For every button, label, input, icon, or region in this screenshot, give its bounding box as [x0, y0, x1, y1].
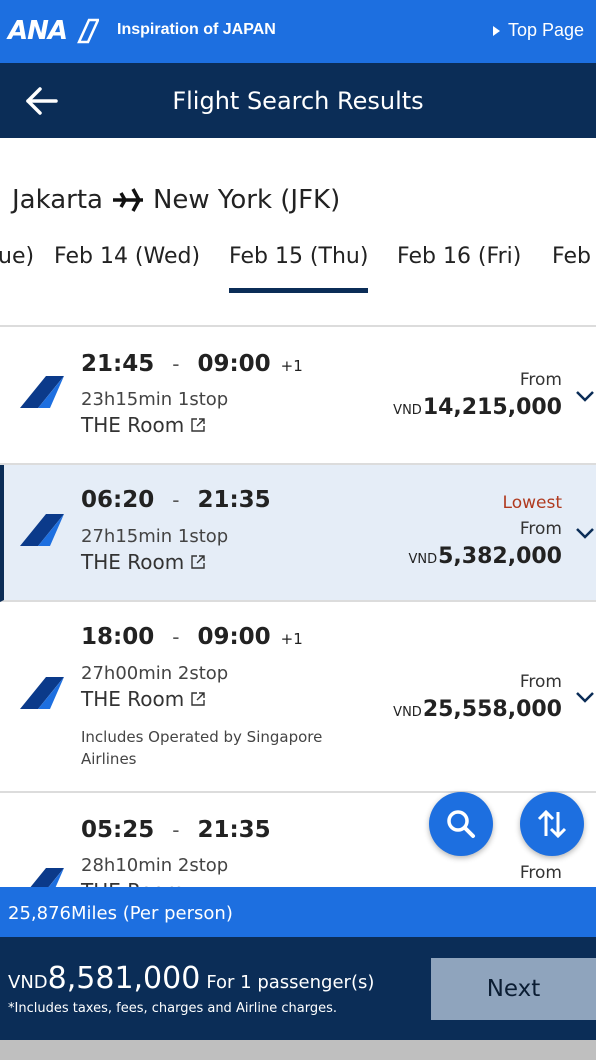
top-page-link[interactable]: Top Page [492, 20, 584, 41]
tax-note: *Includes taxes, fees, charges and Airli… [8, 1001, 338, 1016]
room-label: THE Room [81, 687, 185, 711]
arrive-time: 21:35 [197, 487, 271, 513]
room-label: THE Room [81, 879, 184, 887]
flight-duration: 28h10min 2stop [81, 855, 229, 876]
flight-row[interactable]: 18:00 - 09:00 +1 27h00min 2stop THE Room… [0, 602, 596, 793]
time-separator: - [172, 818, 180, 842]
external-link-icon [191, 692, 205, 706]
the-room-link[interactable]: THE Room [81, 879, 184, 887]
price-amount: 25,558,000 [422, 697, 562, 722]
arrive-time: 09:00 [197, 351, 271, 377]
page-header: Flight Search Results [0, 63, 596, 138]
flight-times: 06:20 - 21:35 [81, 487, 281, 513]
top-page-label: Top Page [507, 20, 584, 40]
search-fab-button[interactable] [429, 792, 493, 856]
room-label: THE Room [81, 413, 185, 437]
brand-bar: ANA Inspiration of JAPAN Top Page [0, 0, 596, 63]
day-offset: +1 [280, 357, 303, 375]
ana-airline-logo-icon [20, 677, 64, 709]
airplane-icon [112, 188, 143, 212]
chevron-down-icon[interactable] [574, 690, 596, 704]
arrive-time: 09:00 [197, 624, 271, 650]
search-icon [447, 810, 475, 838]
price-currency: VND [393, 403, 422, 418]
triangle-right-icon [492, 25, 500, 36]
flight-times: 21:45 - 09:00 +1 [81, 351, 303, 377]
flight-duration: 27h00min 2stop [81, 663, 229, 684]
tab-date-feb15[interactable]: Feb 15 (Thu) [229, 244, 369, 293]
day-offset: +1 [280, 630, 303, 648]
date-tabs: ue) Feb 14 (Wed) Feb 15 (Thu) Feb 16 (Fr… [0, 240, 596, 296]
route-origin: Jakarta [12, 185, 103, 215]
depart-time: 21:45 [81, 351, 155, 377]
miles-text: 25,876Miles (Per person) [8, 903, 233, 924]
total-currency: VND [8, 972, 48, 993]
flight-row-selected[interactable]: 06:20 - 21:35 27h15min 1stop THE Room Lo… [0, 465, 596, 602]
sort-fab-button[interactable] [520, 792, 584, 856]
flight-row[interactable]: 21:45 - 09:00 +1 23h15min 1stop THE Room… [0, 327, 596, 465]
price-amount: 5,382,000 [438, 544, 562, 569]
route-destination: New York (JFK) [152, 185, 341, 215]
flight-times: 18:00 - 09:00 +1 [81, 624, 303, 650]
ana-logo[interactable]: ANA [8, 14, 100, 48]
chevron-down-icon[interactable] [574, 526, 596, 540]
bottom-edge [0, 1040, 596, 1060]
depart-time: 18:00 [81, 624, 155, 650]
depart-time: 06:20 [81, 487, 155, 513]
flight-duration: 23h15min 1stop [81, 389, 229, 410]
total-footer: VND 8,581,000 For 1 passenger(s) *Includ… [0, 937, 596, 1040]
operated-by-note: Includes Operated by Singapore Airlines [81, 728, 323, 768]
the-room-link[interactable]: THE Room [81, 413, 206, 437]
time-separator: - [172, 625, 180, 649]
from-label: From [519, 672, 562, 692]
ana-logo-mark [69, 18, 100, 44]
depart-time: 05:25 [81, 817, 155, 843]
tab-date-prev-partial[interactable]: ue) [0, 244, 34, 269]
chevron-down-icon[interactable] [574, 389, 596, 403]
price-currency: VND [393, 705, 422, 720]
price-currency: VND [408, 552, 438, 567]
total-price: VND 8,581,000 For 1 passenger(s) [8, 961, 374, 996]
lowest-badge: Lowest [502, 493, 562, 513]
ana-airline-logo-icon [20, 514, 64, 546]
the-room-link[interactable]: THE Room [81, 687, 206, 711]
arrive-time: 21:35 [197, 817, 271, 843]
flight-times: 05:25 - 21:35 [81, 817, 271, 843]
room-label: THE Room [81, 550, 185, 574]
from-label: From [519, 863, 562, 883]
flight-row[interactable]: 05:25 - 21:35 28h10min 2stop THE Room Fr… [0, 793, 596, 887]
tab-date-next-partial[interactable]: Feb [552, 244, 591, 269]
passenger-count: For 1 passenger(s) [206, 972, 375, 993]
route-summary: Jakarta New York (JFK) [12, 185, 340, 215]
brand-tagline: Inspiration of JAPAN [117, 21, 276, 38]
ana-airline-logo-icon [30, 868, 64, 887]
flight-price: VND 25,558,000 [393, 697, 562, 722]
from-label: From [519, 370, 562, 390]
price-amount: 14,215,000 [422, 395, 562, 420]
page-title: Flight Search Results [172, 87, 424, 115]
tab-date-feb14[interactable]: Feb 14 (Wed) [54, 244, 200, 269]
flight-price: VND 5,382,000 [408, 544, 562, 569]
flight-duration: 27h15min 1stop [81, 526, 229, 547]
miles-bar: 25,876Miles (Per person) [0, 887, 596, 937]
sort-icon [537, 809, 567, 839]
the-room-link[interactable]: THE Room [81, 550, 206, 574]
total-amount: 8,581,000 [47, 961, 201, 996]
from-label: From [519, 519, 562, 539]
external-link-icon [191, 418, 205, 432]
tab-date-feb16[interactable]: Feb 16 (Fri) [397, 244, 521, 269]
external-link-icon [191, 555, 205, 569]
ana-logo-text: ANA [8, 16, 68, 46]
next-button[interactable]: Next [431, 958, 596, 1020]
time-separator: - [172, 488, 180, 512]
flight-price: VND 14,215,000 [393, 395, 562, 420]
time-separator: - [172, 352, 180, 376]
ana-airline-logo-icon [20, 376, 64, 408]
